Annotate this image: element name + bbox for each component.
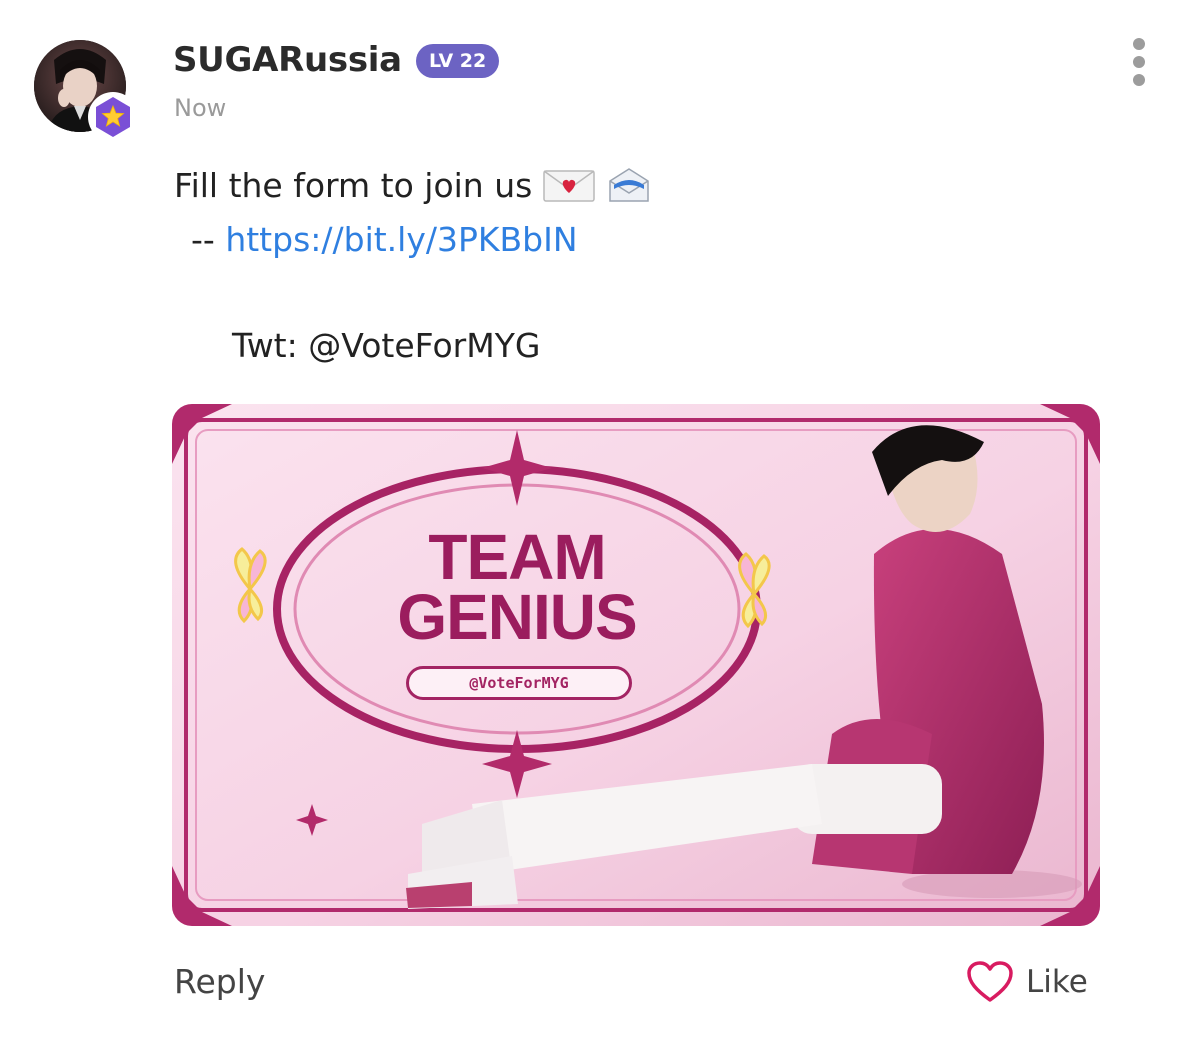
banner-title-line-1: TEAM (428, 521, 606, 593)
star-hexagon-badge-icon (88, 92, 138, 142)
reply-button[interactable]: Reply (174, 962, 265, 1001)
more-dot-icon (1133, 38, 1145, 50)
form-link[interactable]: https://bit.ly/3PKBbIN (225, 220, 577, 259)
more-dot-icon (1133, 56, 1145, 68)
more-options-button[interactable] (1124, 38, 1154, 86)
like-button[interactable]: Like (966, 958, 1088, 1006)
banner-handle-pill: @VoteForMYG (406, 666, 632, 700)
post-card: SUGARussia LV 22 Now Fill the form to jo… (0, 0, 1200, 1043)
post-text-line-2: -- https://bit.ly/3PKBbIN (191, 220, 578, 259)
dash-prefix: -- (191, 220, 215, 259)
post-text-line-1: Fill the form to join us (174, 165, 652, 205)
post-text: Fill the form to join us (174, 165, 533, 205)
love-letter-icon (542, 167, 596, 203)
heart-icon (966, 960, 1014, 1004)
more-dot-icon (1133, 74, 1145, 86)
banner-title-line-2: GENIUS (397, 581, 637, 653)
level-badge: LV 22 (416, 44, 500, 78)
author-avatar-group[interactable] (34, 40, 138, 142)
incoming-envelope-icon (606, 165, 652, 205)
author-username[interactable]: SUGARussia (173, 40, 402, 80)
twitter-handle-text: Twt: @VoteForMYG (232, 326, 541, 365)
post-image[interactable]: TEAM GENIUS @VoteForMYG (172, 404, 1100, 926)
post-timestamp: Now (174, 94, 227, 122)
like-label: Like (1026, 964, 1088, 1000)
